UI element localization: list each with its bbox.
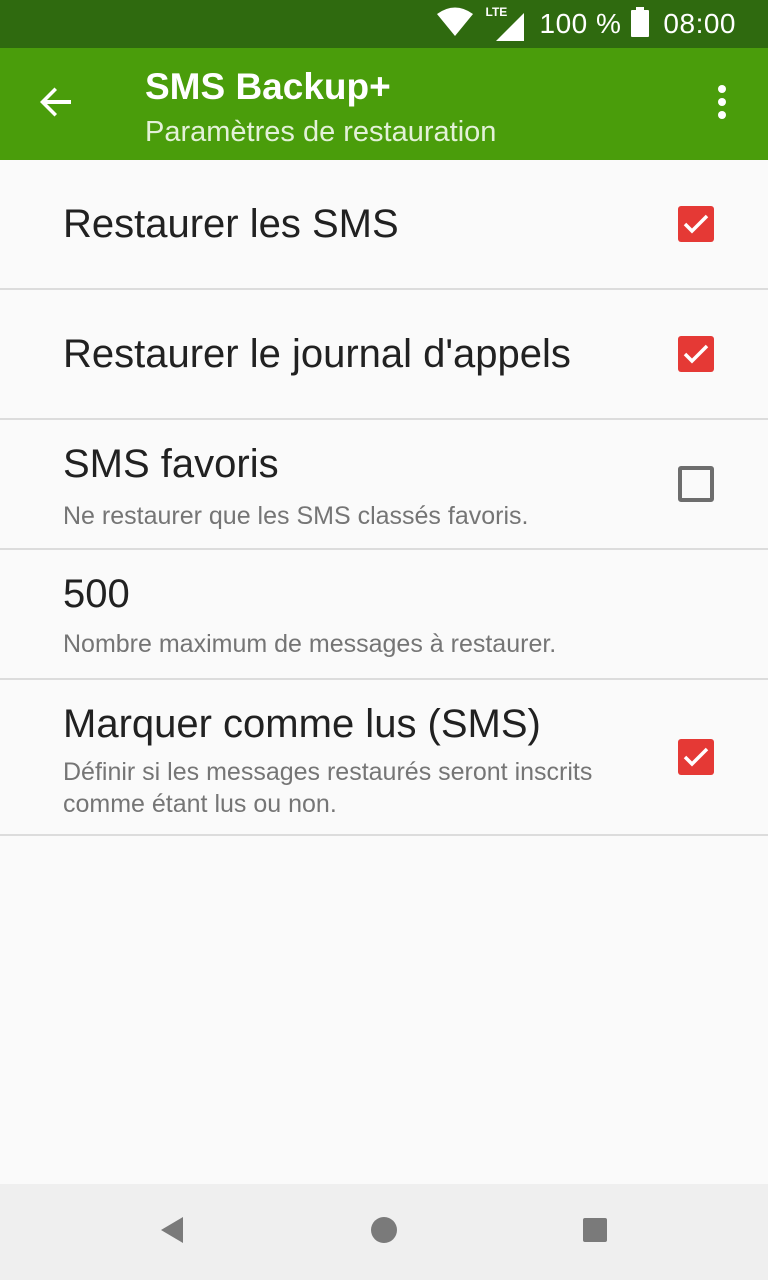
overflow-menu-button[interactable] xyxy=(698,76,746,132)
pref-title: Restaurer les SMS xyxy=(63,202,399,246)
wifi-icon xyxy=(436,7,474,42)
battery-percent: 100 % xyxy=(539,8,622,39)
pref-max-items[interactable]: 500 Nombre maximum de messages à restaur… xyxy=(0,550,768,680)
screen: LTE 100 % 08:00 SMS Backup+ Paramètres d… xyxy=(0,0,768,1280)
pref-mark-read[interactable]: Marquer comme lus (SMS) Définir si les m… xyxy=(0,680,768,836)
battery-icon xyxy=(631,6,650,42)
restore-sms-checkbox[interactable] xyxy=(678,206,714,242)
pref-title: Restaurer le journal d'appels xyxy=(63,332,571,376)
pref-starred-sms[interactable]: SMS favoris Ne restaurer que les SMS cla… xyxy=(0,420,768,550)
clock: 08:00 xyxy=(663,8,736,39)
status-bar: LTE 100 % 08:00 xyxy=(0,0,768,48)
preferences-list: Restaurer les SMS Restaurer le journal d… xyxy=(0,160,768,836)
nav-home-button[interactable] xyxy=(360,1208,408,1256)
checkmark-icon xyxy=(683,344,709,364)
home-circle-icon xyxy=(370,1216,398,1249)
navigation-bar xyxy=(0,1184,768,1280)
pref-summary: Ne restaurer que les SMS classés favoris… xyxy=(63,502,529,530)
back-button[interactable] xyxy=(20,72,92,136)
arrow-left-icon xyxy=(38,84,74,125)
app-title: SMS Backup+ xyxy=(145,66,391,107)
back-triangle-icon xyxy=(159,1215,185,1250)
restore-calllog-checkbox[interactable] xyxy=(678,336,714,372)
more-vert-icon xyxy=(717,84,727,124)
starred-sms-checkbox[interactable] xyxy=(678,466,714,502)
nav-back-button[interactable] xyxy=(148,1208,196,1256)
screen-subtitle: Paramètres de restauration xyxy=(145,116,497,148)
recents-square-icon xyxy=(582,1217,608,1248)
pref-summary: Définir si les messages restaurés seront… xyxy=(63,758,593,818)
pref-title: Marquer comme lus (SMS) xyxy=(63,702,541,746)
pref-value: 500 xyxy=(63,572,130,616)
pref-restore-sms[interactable]: Restaurer les SMS xyxy=(0,160,768,290)
checkmark-icon xyxy=(683,214,709,234)
cell-signal-icon: LTE xyxy=(486,5,526,41)
nav-recents-button[interactable] xyxy=(571,1208,619,1256)
mark-read-checkbox[interactable] xyxy=(678,739,714,775)
pref-summary: Nombre maximum de messages à restaurer. xyxy=(63,630,557,658)
app-bar: SMS Backup+ Paramètres de restauration xyxy=(0,48,768,160)
pref-title: SMS favoris xyxy=(63,442,279,486)
pref-restore-calllog[interactable]: Restaurer le journal d'appels xyxy=(0,290,768,420)
checkmark-icon xyxy=(683,747,709,767)
